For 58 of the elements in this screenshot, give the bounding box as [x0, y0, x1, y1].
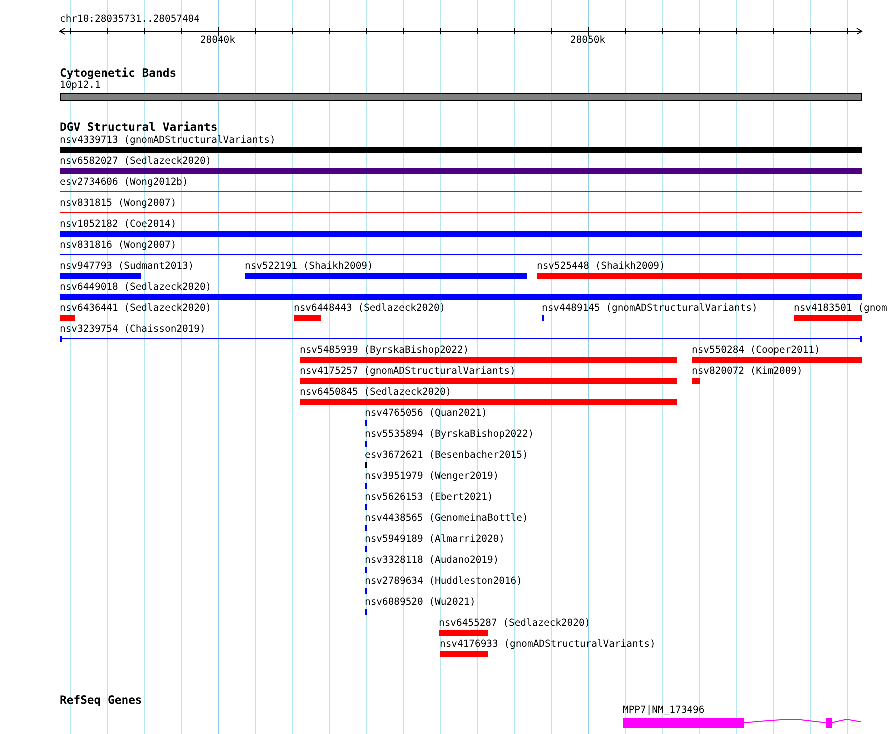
- variant-label: nsv4175257 (gnomADStructuralVariants): [300, 366, 516, 378]
- variant-bar[interactable]: [60, 273, 141, 279]
- variant-label: nsv3239754 (Chaisson2019): [60, 324, 206, 336]
- tick-label: 28050k: [570, 35, 606, 47]
- variant-label: nsv6455287 (Sedlazeck2020): [439, 618, 591, 630]
- variant-label: nsv4438565 (GenomeinaBottle): [365, 513, 528, 525]
- variant-label: nsv3328118 (Audano2019): [365, 555, 500, 567]
- variant-bar[interactable]: [692, 357, 862, 363]
- gene-model-drawing[interactable]: [623, 718, 862, 728]
- variant-label: nsv820072 (Kim2009): [692, 366, 803, 378]
- variant-label: nsv550284 (Cooper2011): [692, 345, 820, 357]
- variant-bar[interactable]: [245, 273, 527, 279]
- variant-label: nsv831816 (Wong2007): [60, 240, 177, 252]
- variant-label: nsv6436441 (Sedlazeck2020): [60, 303, 212, 315]
- gene-label: MPP7|NM_173496: [623, 705, 705, 717]
- variant-label: nsv1052182 (Coe2014): [60, 219, 177, 231]
- tick-label: 28040k: [200, 35, 236, 47]
- variant-bar[interactable]: [300, 399, 677, 405]
- track-title: DGV Structural Variants: [60, 121, 218, 134]
- variant-label: nsv5626153 (Ebert2021): [365, 492, 494, 504]
- variant-bar[interactable]: [537, 273, 862, 279]
- track-title: RefSeq Genes: [60, 694, 142, 707]
- variant-label: nsv5535894 (ByrskaBishop2022): [365, 429, 534, 441]
- variant-bar[interactable]: [692, 378, 700, 384]
- variant-label: nsv5949189 (Almarri2020): [365, 534, 505, 546]
- variant-label: nsv6089520 (Wu2021): [365, 597, 476, 609]
- variant-label: nsv6448443 (Sedlazeck2020): [294, 303, 446, 315]
- variant-label: nsv4176933 (gnomADStructuralVariants): [440, 639, 656, 651]
- variant-label: nsv3951979 (Wenger2019): [365, 471, 500, 483]
- variant-label: nsv947793 (Sudmant2013): [60, 261, 194, 273]
- band-label: 10p12.1: [60, 80, 101, 92]
- variant-bar[interactable]: [794, 315, 862, 321]
- variant-label: nsv4489145 (gnomADStructuralVariants): [542, 303, 758, 315]
- variant-bar[interactable]: [60, 168, 862, 174]
- variant-label: esv2734606 (Wong2012b): [60, 177, 188, 189]
- variant-label: nsv831815 (Wong2007): [60, 198, 177, 210]
- variant-bar[interactable]: [439, 630, 488, 636]
- track-title: Cytogenetic Bands: [60, 67, 177, 80]
- variant-label: nsv4765056 (Quan2021): [365, 408, 488, 420]
- variant-bar[interactable]: [294, 315, 321, 321]
- variant-bar[interactable]: [60, 294, 862, 300]
- variant-label: nsv6582027 (Sedlazeck2020): [60, 156, 212, 168]
- variant-label: nsv5485939 (ByrskaBishop2022): [300, 345, 470, 357]
- variant-label: nsv4339713 (gnomADStructuralVariants): [60, 135, 276, 147]
- variant-label: nsv2789634 (Huddleston2016): [365, 576, 522, 588]
- variant-label: nsv525448 (Shaikh2009): [537, 261, 666, 273]
- variant-bar[interactable]: [60, 147, 862, 153]
- location-label: chr10:28035731..28057404: [60, 14, 200, 26]
- variant-label: nsv6450845 (Sedlazeck2020): [300, 387, 452, 399]
- variant-label: esv3672621 (Besenbacher2015): [365, 450, 528, 462]
- variant-bar[interactable]: [440, 651, 488, 657]
- variant-label: nsv4183501 (gnom: [794, 303, 888, 315]
- variant-label: nsv6449018 (Sedlazeck2020): [60, 282, 212, 294]
- variant-bar[interactable]: [300, 357, 677, 363]
- variant-label: nsv522191 (Shaikh2009): [245, 261, 374, 273]
- variant-bar[interactable]: [300, 378, 677, 384]
- variant-bar[interactable]: [60, 315, 75, 321]
- variant-bar[interactable]: [60, 231, 862, 237]
